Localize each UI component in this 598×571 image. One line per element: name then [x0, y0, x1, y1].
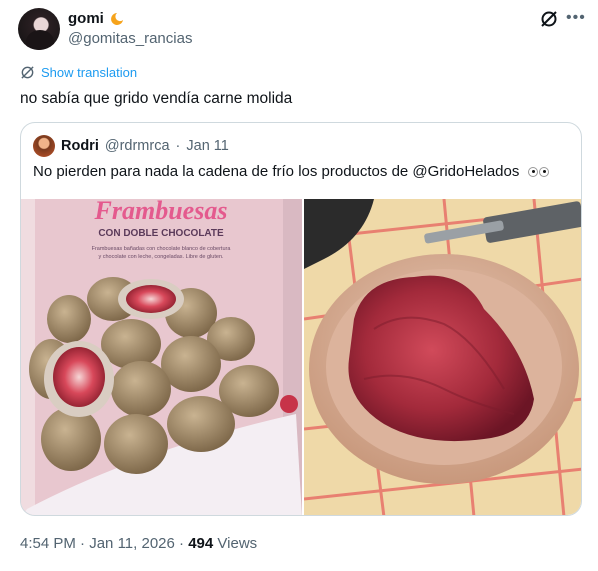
- show-translation-button[interactable]: Show translation: [20, 65, 137, 80]
- views-count: 494: [188, 535, 214, 552]
- quoted-author-name[interactable]: Rodri: [61, 138, 99, 154]
- frambuesas-package-photo[interactable]: Frambuesas CON DOBLE CHOCOLATE Frambuesa…: [21, 199, 302, 516]
- author-avatar[interactable]: [18, 8, 60, 50]
- package-description-line2: y chocolate con leche, congeladas. Libre…: [98, 254, 224, 260]
- quoted-post-header: Rodri @rdrmrca · Jan 11: [33, 135, 229, 157]
- post-timestamp-row: 4:54 PM · Jan 11, 2026 · 494 Views: [20, 535, 257, 552]
- quoted-author-handle[interactable]: @rdrmrca: [105, 138, 170, 154]
- post-time[interactable]: 4:54 PM: [20, 535, 76, 552]
- views-label: Views: [217, 535, 258, 552]
- package-description-line1: Frambuesas bañadas con chocolate blanco …: [92, 246, 232, 252]
- post-text: no sabía que grido vendía carne molida: [20, 90, 293, 107]
- grok-icon[interactable]: [539, 9, 559, 29]
- author-name-row: gomi: [68, 10, 124, 27]
- package-subtitle: CON DOBLE CHOCOLATE: [98, 228, 224, 239]
- package-title: Frambuesas: [94, 199, 228, 225]
- author-display-name[interactable]: gomi: [68, 10, 104, 27]
- quoted-post[interactable]: Rodri @rdrmrca · Jan 11 No pierden para …: [20, 122, 582, 516]
- quoted-post-text: No pierden para nada la cadena de frío l…: [33, 163, 550, 180]
- show-translation-label: Show translation: [41, 65, 138, 80]
- quoted-separator: ·: [175, 138, 181, 154]
- ground-meat-bowl-photo[interactable]: [304, 199, 582, 516]
- author-handle[interactable]: @gomitas_rancias: [68, 30, 192, 47]
- quoted-author-avatar[interactable]: [33, 135, 55, 157]
- post-separator-2: ·: [179, 535, 185, 552]
- quoted-date[interactable]: Jan 11: [186, 138, 228, 154]
- moon-icon: [110, 12, 123, 25]
- more-icon[interactable]: •••: [566, 10, 586, 26]
- quoted-text-content: No pierden para nada la cadena de frío l…: [33, 163, 520, 180]
- eyes-emoji: [527, 163, 550, 180]
- translate-icon: [21, 66, 34, 79]
- post-date[interactable]: Jan 11, 2026: [89, 535, 175, 552]
- post-separator-1: ·: [80, 535, 86, 552]
